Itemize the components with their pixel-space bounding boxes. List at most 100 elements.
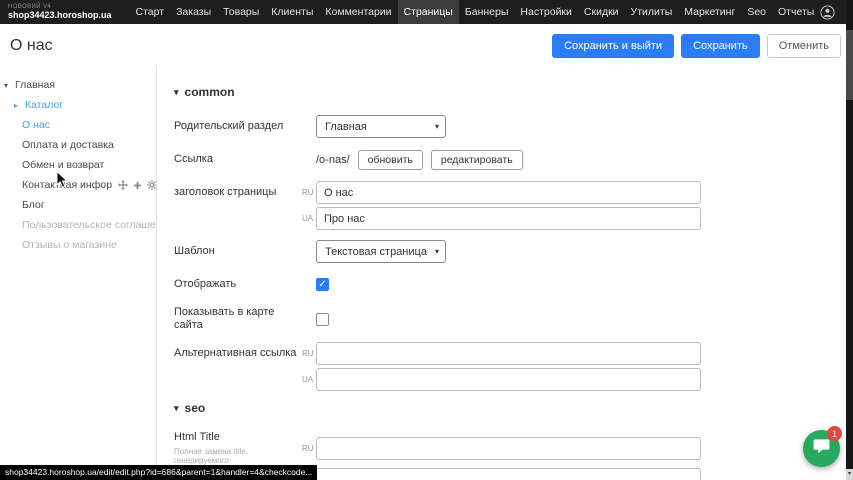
caret-right-icon[interactable]: ▸ — [14, 101, 25, 110]
tree-item-label: Контактная инфор — [22, 179, 112, 191]
gear-icon[interactable] — [147, 180, 156, 190]
move-icon[interactable] — [118, 180, 128, 190]
page-title-ua-input[interactable] — [316, 207, 701, 230]
alt-link-ua-input[interactable] — [316, 368, 701, 391]
chat-launcher[interactable]: 1 — [803, 430, 840, 467]
refresh-link-button[interactable]: обновить — [358, 150, 423, 170]
tree-item-about-selected[interactable]: О нас — [0, 115, 156, 135]
form-row-link: Ссылка /o-nas/ обновить редактировать — [174, 148, 853, 171]
tree-item-catalog[interactable]: ▸ Каталог — [0, 95, 156, 115]
scrollbar-down-arrow[interactable]: ▾ — [846, 469, 853, 480]
collapse-caret-icon[interactable]: ▾ — [174, 403, 179, 414]
section-seo-title: seo — [185, 401, 206, 415]
menu-item-discounts[interactable]: Скидки — [578, 0, 625, 24]
app-window: НОВОВИЙ V4 shop34423.horoshop.ua Старт З… — [0, 0, 853, 480]
template-label: Шаблон — [174, 245, 302, 258]
lang-tag-ua: UA — [302, 375, 316, 384]
menu-item-comments[interactable]: Комментарии — [319, 0, 397, 24]
tree-item-label: Главная — [15, 79, 55, 91]
account-icon[interactable] — [820, 5, 835, 20]
lang-tag-ru: RU — [302, 188, 316, 197]
chat-bubble-icon — [812, 437, 831, 461]
menu-item-seo[interactable]: Seo — [741, 0, 772, 24]
pages-tree: ▾ Главная ▸ Каталог О нас Оплата и доста… — [0, 67, 157, 480]
tree-item-label: Обмен и возврат — [22, 159, 104, 171]
top-menu: Старт Заказы Товары Клиенты Комментарии … — [130, 0, 821, 24]
body: ▾ Главная ▸ Каталог О нас Оплата и доста… — [0, 67, 853, 480]
parent-section-value: Главная — [325, 121, 367, 133]
link-label: Ссылка — [174, 153, 302, 166]
menu-item-banners[interactable]: Баннеры — [459, 0, 515, 24]
html-title-ru-input[interactable] — [316, 437, 701, 460]
menu-item-products[interactable]: Товары — [217, 0, 265, 24]
chat-badge: 1 — [827, 426, 842, 441]
menu-item-start[interactable]: Старт — [130, 0, 171, 24]
tree-item-label: Отзывы о магазине — [22, 239, 117, 251]
page-header: О нас Сохранить и выйти Сохранить Отмени… — [0, 24, 853, 67]
alt-link-ru-input[interactable] — [316, 342, 701, 365]
tree-item-label: Пользовательское соглашение — [22, 219, 156, 231]
tree-item-home[interactable]: ▾ Главная — [0, 75, 156, 95]
tree-item-label: Каталог — [25, 99, 63, 111]
check-icon: ✓ — [318, 279, 326, 290]
section-common-title: common — [185, 85, 235, 99]
chevron-down-icon: ▾ — [435, 122, 439, 131]
menu-item-reports[interactable]: Отчеты — [772, 0, 820, 24]
tree-item-exchange-return[interactable]: Обмен и возврат — [0, 155, 156, 175]
tree-item-label: Оплата и доставка — [22, 139, 114, 151]
section-seo-header[interactable]: ▾ seo — [174, 401, 853, 415]
tree-item-label: О нас — [22, 119, 50, 131]
menu-item-marketing[interactable]: Маркетинг — [678, 0, 741, 24]
parent-section-label: Родительский раздел — [174, 120, 302, 133]
html-title-hint: Полная замена title, генерируемого — [174, 447, 302, 465]
form-row-alt-link-ru: Альтернативная ссылка RU — [174, 342, 853, 365]
menu-item-pages[interactable]: Страницы — [398, 0, 459, 24]
collapse-caret-icon[interactable]: ▾ — [174, 87, 179, 98]
form-row-parent-section: Родительский раздел Главная ▾ — [174, 115, 853, 138]
lang-tag-ua: UA — [302, 214, 316, 223]
cancel-button[interactable]: Отменить — [767, 34, 841, 58]
menu-item-settings[interactable]: Настройки — [514, 0, 578, 24]
html-title-label: Html Title — [174, 431, 302, 444]
menu-item-utilities[interactable]: Утилиты — [625, 0, 679, 24]
sitemap-checkbox[interactable] — [316, 313, 329, 326]
save-button[interactable]: Сохранить — [681, 34, 760, 58]
save-and-exit-button[interactable]: Сохранить и выйти — [552, 34, 674, 58]
sitemap-label: Показывать в карте сайта — [174, 306, 302, 332]
add-icon[interactable] — [133, 181, 142, 190]
tree-item-blog[interactable]: Блог — [0, 195, 156, 215]
form-row-html-title-ru: Html Title Полная замена title, генериру… — [174, 431, 853, 465]
form-row-page-title-ru: заголовок страницы RU — [174, 181, 853, 204]
link-value: /o-nas/ — [316, 154, 350, 166]
menu-item-orders[interactable]: Заказы — [170, 0, 217, 24]
store-info[interactable]: НОВОВИЙ V4 shop34423.horoshop.ua — [8, 4, 112, 20]
parent-section-select[interactable]: Главная ▾ — [316, 115, 446, 138]
caret-down-icon[interactable]: ▾ — [4, 81, 15, 90]
alt-link-label: Альтернативная ссылка — [174, 347, 302, 360]
topbar: НОВОВИЙ V4 shop34423.horoshop.ua Старт З… — [0, 0, 853, 24]
lang-tag-ru: RU — [302, 444, 316, 453]
form-row-alt-link-ua: UA — [174, 368, 853, 391]
scrollbar-thumb[interactable] — [846, 30, 853, 100]
template-select[interactable]: Текстовая страница ▾ — [316, 240, 446, 263]
edit-link-button[interactable]: редактировать — [431, 150, 523, 170]
tree-item-user-agreement[interactable]: Пользовательское соглашение — [0, 215, 156, 235]
scrollbar[interactable]: ▾ — [846, 0, 853, 480]
tree-item-contact-info[interactable]: Контактная инфор — [0, 175, 156, 195]
menu-item-clients[interactable]: Клиенты — [265, 0, 319, 24]
page-title-ru-input[interactable] — [316, 181, 701, 204]
section-common-header[interactable]: ▾ common — [174, 85, 853, 99]
html-title-ua-input[interactable] — [316, 468, 701, 480]
display-checkbox[interactable]: ✓ — [316, 278, 329, 291]
status-url: shop34423.horoshop.ua/edit/edit.php?id=6… — [0, 465, 317, 480]
page-title-label: заголовок страницы — [174, 186, 302, 199]
form-row-page-title-ua: UA — [174, 207, 853, 230]
lang-tag-ru: RU — [302, 349, 316, 358]
page-title: О нас — [10, 37, 53, 55]
store-domain: shop34423.horoshop.ua — [8, 11, 112, 20]
chevron-down-icon: ▾ — [435, 247, 439, 256]
tree-item-store-reviews[interactable]: Отзывы о магазине — [0, 235, 156, 255]
tree-item-payment-delivery[interactable]: Оплата и доставка — [0, 135, 156, 155]
tree-item-label: Блог — [22, 199, 45, 211]
form-row-sitemap: Показывать в карте сайта — [174, 306, 853, 332]
